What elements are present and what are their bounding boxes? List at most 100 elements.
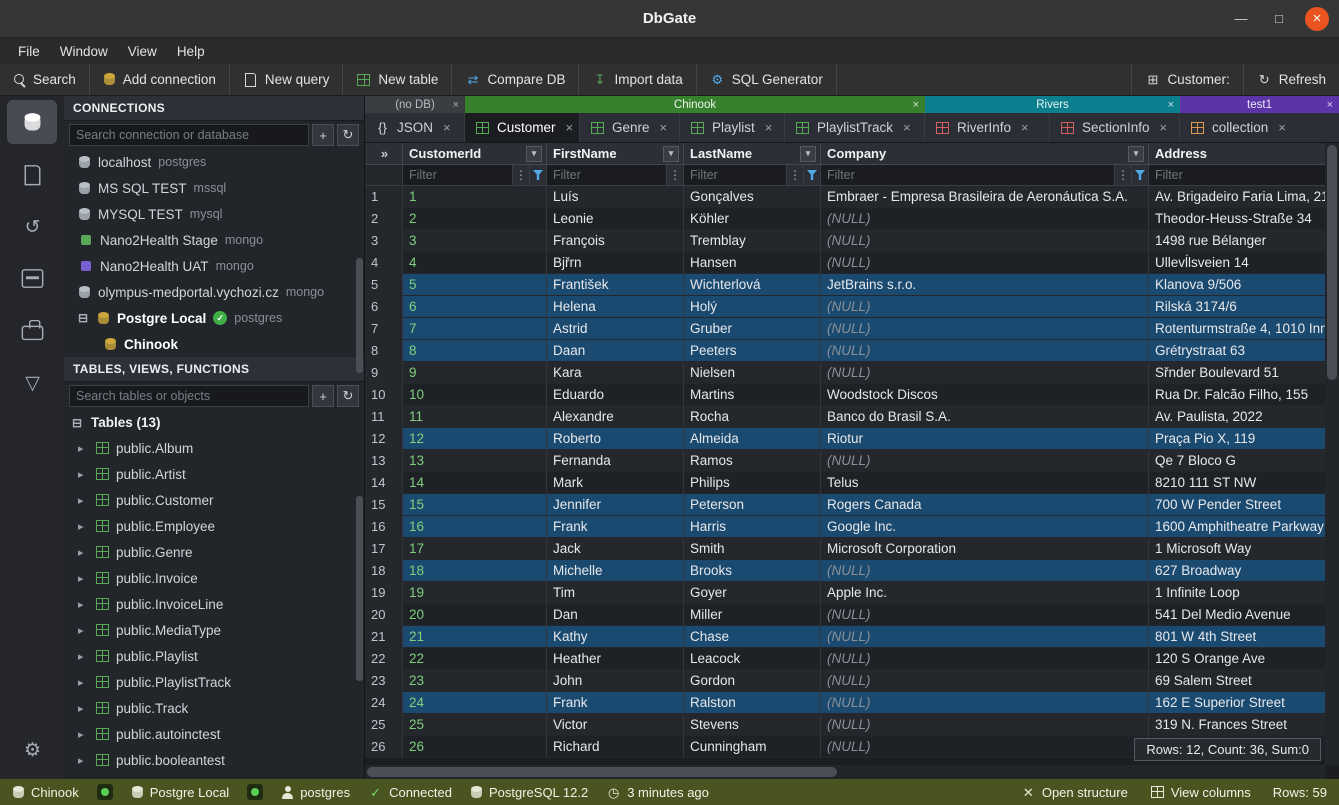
cell-address[interactable]: 801 W 4th Street	[1149, 626, 1325, 648]
cell-firstname[interactable]: Tim	[547, 582, 684, 604]
chevron-right-icon[interactable]: ▸	[78, 754, 89, 767]
menu-help[interactable]: Help	[167, 41, 215, 62]
tab-customer[interactable]: Customer×	[465, 113, 580, 142]
chevron-right-icon[interactable]: ▸	[78, 468, 89, 481]
cell-lastname[interactable]: Hansen	[684, 252, 821, 274]
connections-scrollbar-thumb[interactable]	[356, 258, 363, 373]
cell-customerid[interactable]: 2	[403, 208, 547, 230]
tab-playlist[interactable]: Playlist×	[680, 113, 785, 142]
chevron-down-icon[interactable]: ▾	[663, 146, 679, 162]
row-number[interactable]: 22	[365, 648, 403, 670]
status-indicator[interactable]	[97, 784, 113, 800]
cell-firstname[interactable]: Kara	[547, 362, 684, 384]
row-number[interactable]: 18	[365, 560, 403, 582]
cell-firstname[interactable]: Alexandre	[547, 406, 684, 428]
row-number[interactable]: 25	[365, 714, 403, 736]
grid-horizontal-scrollbar-thumb[interactable]	[367, 767, 837, 777]
cell-firstname[interactable]: Helena	[547, 296, 684, 318]
cell-company[interactable]: Banco do Brasil S.A.	[821, 406, 1149, 428]
cell-lastname[interactable]: Cunningham	[684, 736, 821, 758]
cell-firstname[interactable]: Frank	[547, 516, 684, 538]
row-number[interactable]: 16	[365, 516, 403, 538]
cell-company[interactable]: Microsoft Corporation	[821, 538, 1149, 560]
cell-address[interactable]: Theodor-Heuss-Straße 34	[1149, 208, 1325, 230]
cell-firstname[interactable]: Jack	[547, 538, 684, 560]
rail-plugins-button[interactable]	[7, 308, 57, 352]
rail-history-button[interactable]: ↺	[7, 204, 57, 248]
close-icon[interactable]: ×	[765, 120, 773, 135]
table-item-public-employee[interactable]: ▸public.Employee	[64, 513, 364, 539]
row-number[interactable]: 4	[365, 252, 403, 274]
cell-firstname[interactable]: Roberto	[547, 428, 684, 450]
menu-file[interactable]: File	[8, 41, 50, 62]
cell-address[interactable]: Praça Pio X, 119	[1149, 428, 1325, 450]
cell-customerid[interactable]: 20	[403, 604, 547, 626]
cell-firstname[interactable]: Heather	[547, 648, 684, 670]
table-item-public-invoiceline[interactable]: ▸public.InvoiceLine	[64, 591, 364, 617]
filter-kebab-button[interactable]: ⋮	[1114, 165, 1131, 185]
cell-lastname[interactable]: Köhler	[684, 208, 821, 230]
chevron-down-icon[interactable]: ▾	[526, 146, 542, 162]
cell-customerid[interactable]: 6	[403, 296, 547, 318]
chevron-right-icon[interactable]: ▸	[78, 520, 89, 533]
connection-item-mysql-test[interactable]: MYSQL TESTmysql	[64, 201, 364, 227]
cell-customerid[interactable]: 26	[403, 736, 547, 758]
cell-company[interactable]: (NULL)	[821, 450, 1149, 472]
cell-customerid[interactable]: 21	[403, 626, 547, 648]
filter-funnel-button[interactable]	[529, 165, 546, 185]
table-item-public-track[interactable]: ▸public.Track	[64, 695, 364, 721]
cell-lastname[interactable]: Philips	[684, 472, 821, 494]
status-connected[interactable]: ✓Connected	[368, 785, 452, 800]
titlebar[interactable]: DbGate — □ ×	[0, 0, 1339, 38]
toolbar-button-sql-generator[interactable]: ⚙SQL Generator	[697, 64, 837, 95]
cell-firstname[interactable]: Astrid	[547, 318, 684, 340]
cell-customerid[interactable]: 7	[403, 318, 547, 340]
table-item-public-genre[interactable]: ▸public.Genre	[64, 539, 364, 565]
row-number[interactable]: 1	[365, 186, 403, 208]
row-number[interactable]: 21	[365, 626, 403, 648]
cell-firstname[interactable]: Jennifer	[547, 494, 684, 516]
cell-lastname[interactable]: Gordon	[684, 670, 821, 692]
toolbar-button-refresh[interactable]: ↻Refresh	[1243, 64, 1339, 95]
connection-item-nano2health-uat[interactable]: Nano2Health UATmongo	[64, 253, 364, 279]
close-icon[interactable]: ×	[453, 99, 459, 111]
status-view-columns[interactable]: View columns	[1150, 785, 1251, 800]
cell-lastname[interactable]: Chase	[684, 626, 821, 648]
cell-company[interactable]: (NULL)	[821, 670, 1149, 692]
cell-company[interactable]: (NULL)	[821, 252, 1149, 274]
cell-firstname[interactable]: John	[547, 670, 684, 692]
cell-address[interactable]: Klanova 9/506	[1149, 274, 1325, 296]
cell-customerid[interactable]: 9	[403, 362, 547, 384]
grid-horizontal-scrollbar[interactable]	[365, 765, 1325, 779]
chevron-right-icon[interactable]: ▸	[78, 624, 89, 637]
cell-lastname[interactable]: Martins	[684, 384, 821, 406]
column-header-firstname[interactable]: FirstName▾	[547, 143, 684, 165]
table-item-public-playlisttrack[interactable]: ▸public.PlaylistTrack	[64, 669, 364, 695]
cell-company[interactable]: (NULL)	[821, 362, 1149, 384]
cell-lastname[interactable]: Goyer	[684, 582, 821, 604]
cell-address[interactable]: 541 Del Medio Avenue	[1149, 604, 1325, 626]
cell-company[interactable]: (NULL)	[821, 340, 1149, 362]
rail-files-button[interactable]	[7, 152, 57, 196]
table-item-public-autoinctest[interactable]: ▸public.autoinctest	[64, 721, 364, 747]
cell-company[interactable]: Apple Inc.	[821, 582, 1149, 604]
cell-address[interactable]: 162 E Superior Street	[1149, 692, 1325, 714]
cell-firstname[interactable]: Bjřrn	[547, 252, 684, 274]
cell-customerid[interactable]: 17	[403, 538, 547, 560]
cell-firstname[interactable]: Fernanda	[547, 450, 684, 472]
cell-firstname[interactable]: Luís	[547, 186, 684, 208]
row-number[interactable]: 15	[365, 494, 403, 516]
close-icon[interactable]: ×	[660, 120, 668, 135]
connection-search-input[interactable]	[69, 124, 309, 146]
cell-customerid[interactable]: 16	[403, 516, 547, 538]
status-postgres[interactable]: postgres	[281, 785, 350, 800]
cell-customerid[interactable]: 14	[403, 472, 547, 494]
filter-kebab-button[interactable]: ⋮	[666, 165, 683, 185]
cell-address[interactable]: 1 Infinite Loop	[1149, 582, 1325, 604]
chevron-down-icon[interactable]: ▾	[800, 146, 816, 162]
connection-item-ms-sql-test[interactable]: MS SQL TESTmssql	[64, 175, 364, 201]
cell-address[interactable]: 1600 Amphitheatre Parkway	[1149, 516, 1325, 538]
cell-company[interactable]: Embraer - Empresa Brasileira de Aeronáut…	[821, 186, 1149, 208]
cell-company[interactable]: (NULL)	[821, 736, 1149, 758]
status-3-minutes-ago[interactable]: ◷3 minutes ago	[606, 785, 709, 800]
